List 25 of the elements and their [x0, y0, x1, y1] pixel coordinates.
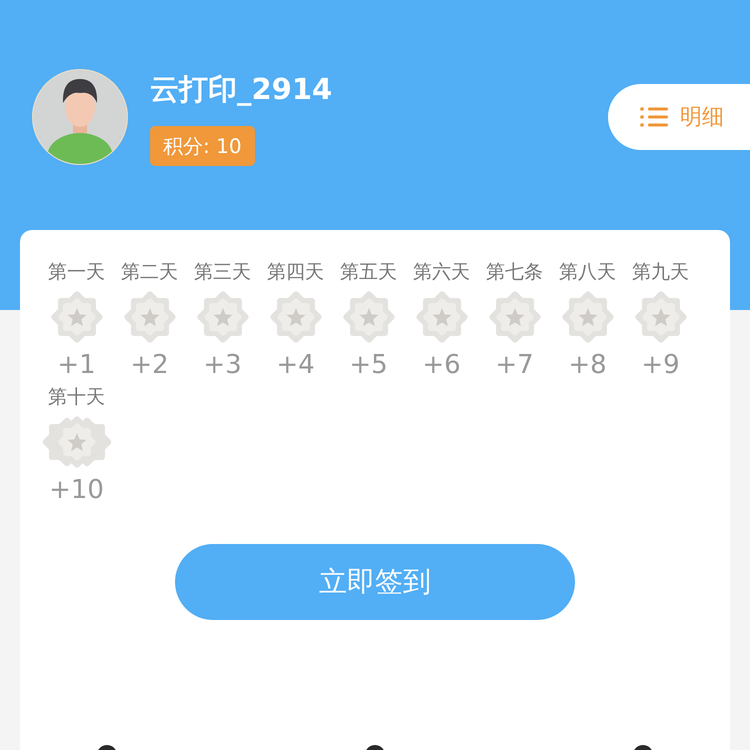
sign-in-button[interactable]: 立即签到 [175, 544, 575, 620]
day-label: 第九天 [632, 260, 689, 285]
day-label: 第三天 [194, 260, 251, 285]
reward-points: +2 [130, 349, 169, 382]
list-icon [640, 106, 668, 128]
reward-points: +1 [57, 349, 96, 382]
reward-points: +4 [276, 349, 315, 382]
reward-points: +6 [422, 349, 461, 382]
reward-points: +3 [203, 349, 242, 382]
day-label: 第二天 [121, 260, 178, 285]
detail-button[interactable]: 明细 [608, 84, 750, 150]
reward-points: +7 [495, 349, 534, 382]
reward-points: +9 [641, 349, 680, 382]
day-label: 第一天 [48, 260, 105, 285]
points-badge: 积分: 10 [150, 126, 255, 166]
reward-points: +8 [568, 349, 607, 382]
username: 云打印_2914 [150, 71, 332, 108]
day-label: 第七条 [486, 260, 543, 285]
day-label: 第四天 [267, 260, 324, 285]
day-label: 第八天 [559, 260, 616, 285]
reward-points: +5 [349, 349, 388, 382]
day-label: 第六天 [413, 260, 470, 285]
day-label: 第五天 [340, 260, 397, 285]
reward-points: +10 [49, 474, 104, 507]
day-label: 第十天 [48, 385, 105, 410]
